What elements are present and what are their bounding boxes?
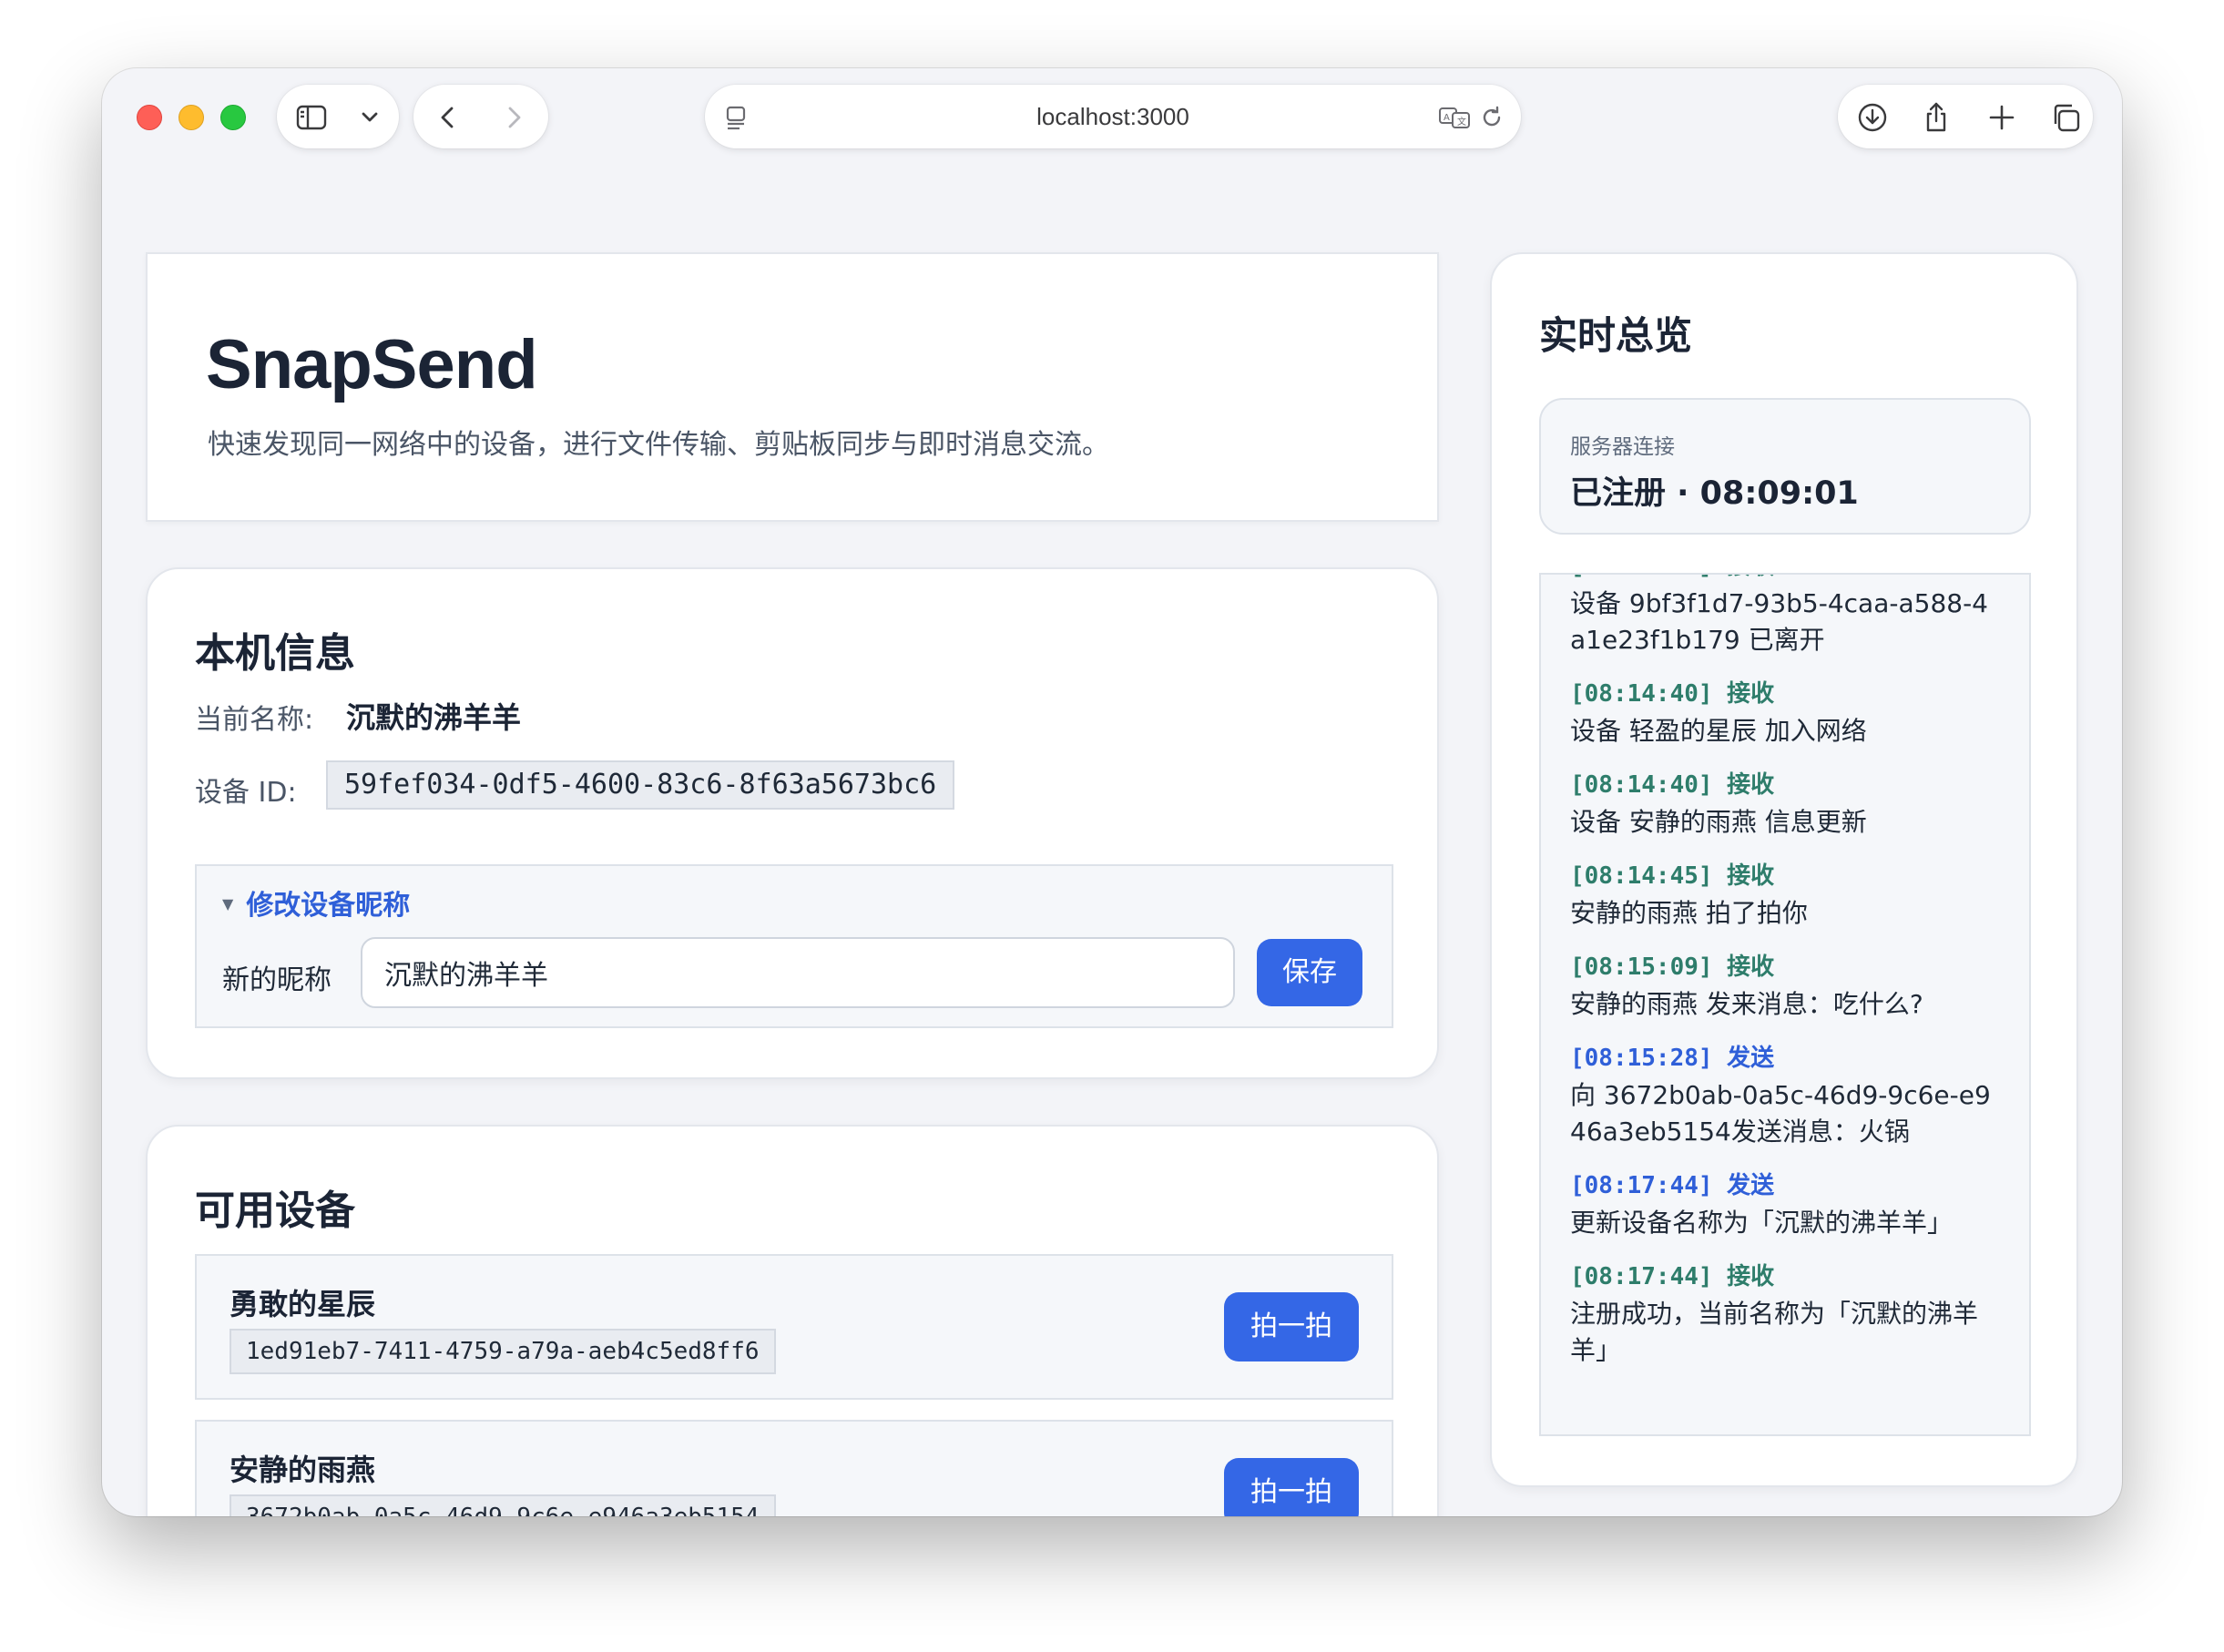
download-icon[interactable] bbox=[1856, 101, 1889, 134]
log-entry-text: 更新设备名称为「沉默的沸羊羊」 bbox=[1570, 1208, 1954, 1238]
log-entry-head: [08:14:40] 接收 bbox=[1570, 771, 1775, 799]
activity-log[interactable]: [08:14:40] 接收 设备 9bf3f1d7-93b5-4caa-a588… bbox=[1539, 573, 2031, 1436]
minimize-window-button[interactable] bbox=[179, 105, 204, 130]
disclosure-triangle-icon: ▼ bbox=[222, 895, 234, 913]
save-button[interactable]: 保存 bbox=[1257, 939, 1362, 1006]
current-name-value: 沉默的沸羊羊 bbox=[346, 700, 522, 735]
log-entry-head: [08:14:45] 接收 bbox=[1570, 862, 1775, 890]
history-nav-group bbox=[413, 85, 548, 148]
devices-title: 可用设备 bbox=[195, 1188, 355, 1234]
back-arrow-icon[interactable] bbox=[432, 101, 464, 134]
rename-toggle-label: 修改设备昵称 bbox=[246, 890, 411, 922]
pat-button[interactable]: 拍一拍 bbox=[1224, 1292, 1359, 1361]
log-entry-head: [08:17:44] 发送 bbox=[1570, 1172, 1775, 1199]
local-info-card: 本机信息 当前名称: 沉默的沸羊羊 设备 ID: 59fef034-0df5-4… bbox=[146, 567, 1439, 1079]
device-item: 勇敢的星辰 1ed91eb7-7411-4759-a79a-aeb4c5ed8f… bbox=[195, 1254, 1393, 1400]
browser-window: localhost:3000 A 文 SnapSend 快速发现同一网络中的设备… bbox=[102, 68, 2122, 1516]
pat-button[interactable]: 拍一拍 bbox=[1224, 1458, 1359, 1516]
log-entry-head: [08:17:44] 接收 bbox=[1570, 1263, 1775, 1290]
reload-icon[interactable] bbox=[1475, 101, 1508, 134]
local-info-title: 本机信息 bbox=[195, 630, 355, 677]
log-entry-text: 设备 9bf3f1d7-93b5-4caa-a588-4a1e23f1b179 … bbox=[1570, 588, 1988, 655]
device-name: 勇敢的星辰 bbox=[230, 1287, 376, 1321]
svg-text:文: 文 bbox=[1457, 116, 1466, 127]
app-header-card: SnapSend 快速发现同一网络中的设备，进行文件传输、剪贴板同步与即时消息交… bbox=[146, 252, 1439, 522]
sidebar-icon[interactable] bbox=[295, 101, 328, 134]
overview-card: 实时总览 服务器连接 已注册 · 08:09:01 [08:14:40] 接收 … bbox=[1490, 252, 2078, 1487]
rename-panel: ▼ 修改设备昵称 新的昵称 保存 bbox=[195, 864, 1393, 1028]
log-entry: [08:15:09] 接收 安静的雨燕 发来消息：吃什么? bbox=[1570, 952, 1998, 1023]
log-entry-head: [08:14:40] 接收 bbox=[1570, 680, 1775, 708]
device-name: 安静的雨燕 bbox=[230, 1453, 376, 1487]
forward-arrow-icon[interactable] bbox=[497, 101, 530, 134]
log-entry: [08:17:44] 发送 更新设备名称为「沉默的沸羊羊」 bbox=[1570, 1170, 1998, 1241]
sidebar-toggle-group bbox=[277, 85, 399, 148]
url-text: localhost:3000 bbox=[1036, 103, 1189, 130]
browser-actions-group bbox=[1838, 85, 2093, 148]
log-entry-head: [08:15:09] 接收 bbox=[1570, 953, 1775, 981]
log-entry: [08:15:28] 发送 向 3672b0ab-0a5c-46d9-9c6e-… bbox=[1570, 1043, 1998, 1150]
server-status-box: 服务器连接 已注册 · 08:09:01 bbox=[1539, 398, 2031, 535]
zoom-window-button[interactable] bbox=[220, 105, 246, 130]
device-id: 1ed91eb7-7411-4759-a79a-aeb4c5ed8ff6 bbox=[230, 1329, 776, 1374]
overview-title: 实时总览 bbox=[1539, 313, 1693, 358]
translate-icon[interactable]: A 文 bbox=[1437, 101, 1470, 134]
log-entry: [08:17:44] 接收 注册成功，当前名称为「沉默的沸羊羊」 bbox=[1570, 1261, 1998, 1369]
devices-card: 可用设备 勇敢的星辰 1ed91eb7-7411-4759-a79a-aeb4c… bbox=[146, 1125, 1439, 1516]
log-entry: [08:14:45] 接收 安静的雨燕 拍了拍你 bbox=[1570, 861, 1998, 932]
current-name-label: 当前名称: bbox=[195, 704, 314, 736]
nickname-label: 新的昵称 bbox=[222, 964, 332, 996]
log-entry-text: 设备 轻盈的星辰 加入网络 bbox=[1570, 716, 1867, 746]
server-status-label: 服务器连接 bbox=[1570, 435, 1675, 459]
log-entry: [08:14:40] 接收 设备 安静的雨燕 信息更新 bbox=[1570, 770, 1998, 841]
tab-overview-icon[interactable] bbox=[2049, 101, 2082, 134]
app-title: SnapSend bbox=[206, 326, 538, 403]
new-tab-icon[interactable] bbox=[1985, 101, 2018, 134]
log-entry-head: [08:14:40] 接收 bbox=[1570, 575, 1998, 582]
activity-log-list: [08:14:40] 接收 设备 9bf3f1d7-93b5-4caa-a588… bbox=[1570, 575, 1998, 1389]
log-entry-text: 安静的雨燕 发来消息：吃什么? bbox=[1570, 989, 1923, 1019]
app-subtitle: 快速发现同一网络中的设备，进行文件传输、剪贴板同步与即时消息交流。 bbox=[208, 429, 1109, 461]
nickname-input[interactable] bbox=[361, 937, 1235, 1008]
device-id-value: 59fef034-0df5-4600-83c6-8f63a5673bc6 bbox=[326, 760, 955, 810]
chevron-down-icon[interactable] bbox=[353, 101, 386, 134]
log-entry: [08:14:40] 接收 设备 轻盈的星辰 加入网络 bbox=[1570, 678, 1998, 750]
log-entry-head: [08:15:28] 发送 bbox=[1570, 1045, 1775, 1072]
log-entry-text: 设备 安静的雨燕 信息更新 bbox=[1570, 807, 1867, 837]
device-id: 3672b0ab-0a5c-46d9-9c6e-e946a3eb5154 bbox=[230, 1494, 776, 1516]
device-id-label: 设备 ID: bbox=[195, 777, 297, 809]
device-item: 安静的雨燕 3672b0ab-0a5c-46d9-9c6e-e946a3eb51… bbox=[195, 1420, 1393, 1516]
server-status-value: 已注册 · 08:09:01 bbox=[1570, 475, 1859, 512]
log-entry-text: 向 3672b0ab-0a5c-46d9-9c6e-e946a3eb5154发送… bbox=[1570, 1080, 1991, 1147]
log-entry-text: 注册成功，当前名称为「沉默的沸羊羊」 bbox=[1570, 1299, 1979, 1365]
svg-text:A: A bbox=[1444, 113, 1450, 123]
log-entry-text: 安静的雨燕 拍了拍你 bbox=[1570, 898, 1808, 928]
rename-toggle[interactable]: ▼ 修改设备昵称 bbox=[222, 882, 410, 923]
close-window-button[interactable] bbox=[137, 105, 162, 130]
log-entry: [08:14:40] 接收 设备 9bf3f1d7-93b5-4caa-a588… bbox=[1570, 575, 1998, 658]
share-icon[interactable] bbox=[1920, 101, 1953, 134]
browser-toolbar: localhost:3000 A 文 bbox=[102, 68, 2122, 187]
address-bar[interactable]: localhost:3000 A 文 bbox=[705, 85, 1521, 148]
